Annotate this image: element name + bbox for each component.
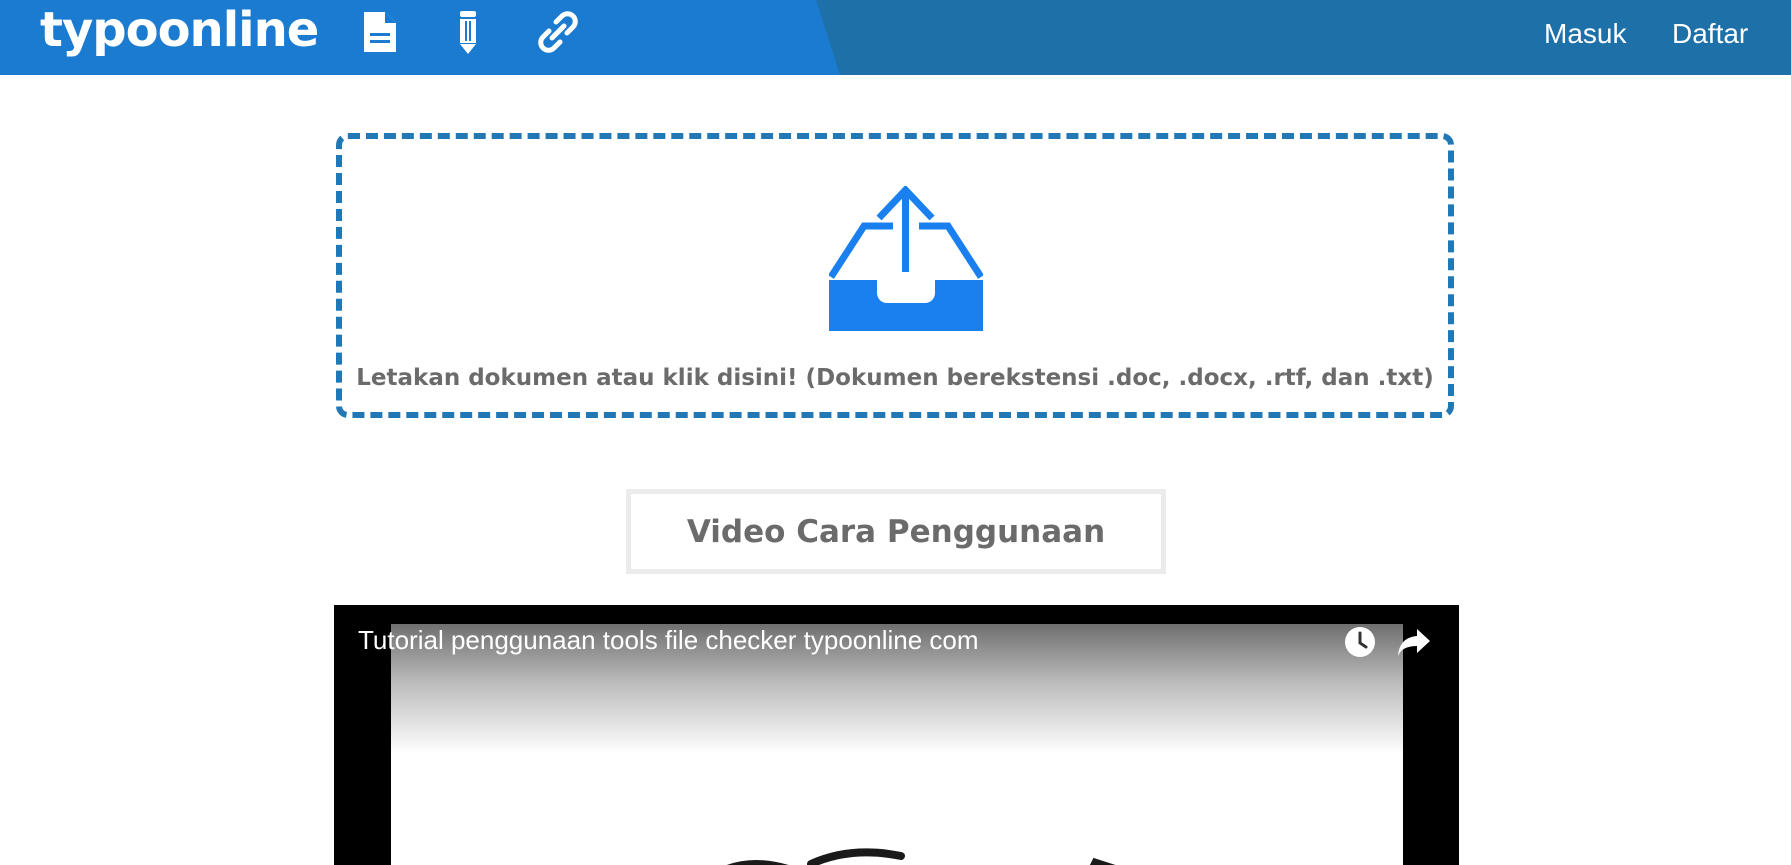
file-dropzone[interactable]: Letakan dokumen atau klik disini! (Dokum…	[336, 133, 1454, 418]
dropzone-instruction: Letakan dokumen atau klik disini! (Dokum…	[356, 365, 1434, 391]
register-link[interactable]: Daftar	[1672, 18, 1748, 50]
upload-tray-icon	[829, 186, 983, 331]
logo-text: typoonline	[40, 2, 319, 58]
top-navigation-bar: typoonline Masuk Daftar	[0, 0, 1791, 75]
video-title: Tutorial penggunaan tools file checker t…	[358, 625, 979, 655]
pencil-icon[interactable]	[444, 8, 492, 56]
document-icon[interactable]	[356, 8, 404, 56]
share-icon[interactable]	[1394, 622, 1434, 662]
login-link[interactable]: Masuk	[1544, 18, 1626, 50]
video-thumbnail-drawing	[726, 848, 1116, 865]
watch-later-icon[interactable]	[1340, 622, 1380, 662]
logo[interactable]: typoonline	[40, 0, 319, 60]
tutorial-video-button[interactable]: Video Cara Penggunaan	[626, 489, 1166, 574]
video-frame	[391, 624, 1403, 865]
video-player[interactable]: Tutorial penggunaan tools file checker t…	[334, 605, 1459, 865]
link-icon[interactable]	[534, 8, 582, 56]
